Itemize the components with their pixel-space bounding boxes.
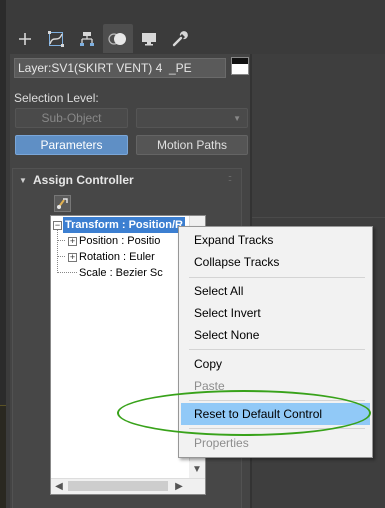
tree-item-label: Position : Positio — [79, 235, 161, 247]
motion-tab[interactable] — [103, 24, 133, 53]
display-tab[interactable] — [134, 24, 164, 53]
hierarchy-tab[interactable] — [72, 24, 102, 53]
modify-tab[interactable] — [41, 24, 71, 53]
menu-item-collapse-tracks[interactable]: Collapse Tracks — [181, 251, 370, 273]
selection-level-label: Selection Level: — [14, 91, 99, 105]
utilities-tab[interactable] — [165, 24, 195, 53]
rollout-collapse-icon[interactable]: ▼ — [19, 176, 27, 185]
color-swatch-shade — [232, 58, 248, 64]
rollout-grip-icon[interactable]: :: — [228, 173, 232, 183]
motion-icon — [108, 32, 126, 45]
menu-separator — [189, 277, 365, 278]
tree-item-label: Rotation : Euler — [79, 251, 155, 263]
scroll-right-icon[interactable]: ▶ — [172, 478, 186, 494]
right-panel-separator — [252, 217, 385, 218]
wrench-icon — [172, 30, 188, 46]
menu-item-select-all[interactable]: Select All — [181, 280, 370, 302]
create-tab[interactable] — [10, 24, 40, 53]
assign-controller-button[interactable] — [54, 195, 71, 212]
menu-item-select-none[interactable]: Select None — [181, 324, 370, 346]
scroll-left-icon[interactable]: ◀ — [52, 478, 66, 494]
expand-icon[interactable]: + — [68, 237, 77, 246]
motion-paths-button[interactable]: Motion Paths — [136, 135, 248, 155]
parameters-button[interactable]: Parameters — [15, 135, 128, 155]
object-name-field[interactable]: Layer:SV1(SKIRT VENT) 4 _PE — [14, 58, 226, 78]
assign-controller-icon — [57, 198, 68, 209]
parameters-label: Parameters — [40, 138, 103, 152]
plus-icon — [19, 32, 31, 45]
annotation-highlight-ellipse — [117, 390, 371, 436]
menu-item-properties: Properties — [194, 436, 249, 450]
hierarchy-icon — [80, 31, 94, 46]
tree-item-label: Scale : Bezier Sc — [79, 267, 163, 279]
motion-paths-label: Motion Paths — [156, 138, 228, 152]
menu-separator — [189, 349, 365, 350]
menu-item-expand-tracks[interactable]: Expand Tracks — [181, 229, 370, 251]
modify-curve-icon — [48, 30, 64, 47]
viewport-edge — [0, 405, 6, 508]
sub-object-dropdown[interactable]: ▼ — [136, 108, 248, 128]
collapse-icon[interactable]: − — [53, 221, 62, 230]
tree-item-label: Transform : Position/R — [63, 217, 185, 233]
expand-icon[interactable]: + — [68, 253, 77, 262]
command-panel-tabs — [10, 24, 198, 54]
menu-item-select-invert[interactable]: Select Invert — [181, 302, 370, 324]
scroll-down-icon[interactable]: ▼ — [189, 461, 205, 478]
sub-object-label: Sub-Object — [41, 111, 102, 125]
chevron-down-icon: ▼ — [233, 113, 241, 123]
rollout-title[interactable]: Assign Controller — [33, 173, 134, 187]
sub-object-button[interactable]: Sub-Object — [15, 108, 128, 128]
monitor-icon — [142, 32, 156, 45]
menu-item-copy[interactable]: Copy — [181, 353, 370, 375]
right-area-top — [252, 0, 385, 54]
scrollbar-thumb[interactable] — [68, 481, 168, 491]
